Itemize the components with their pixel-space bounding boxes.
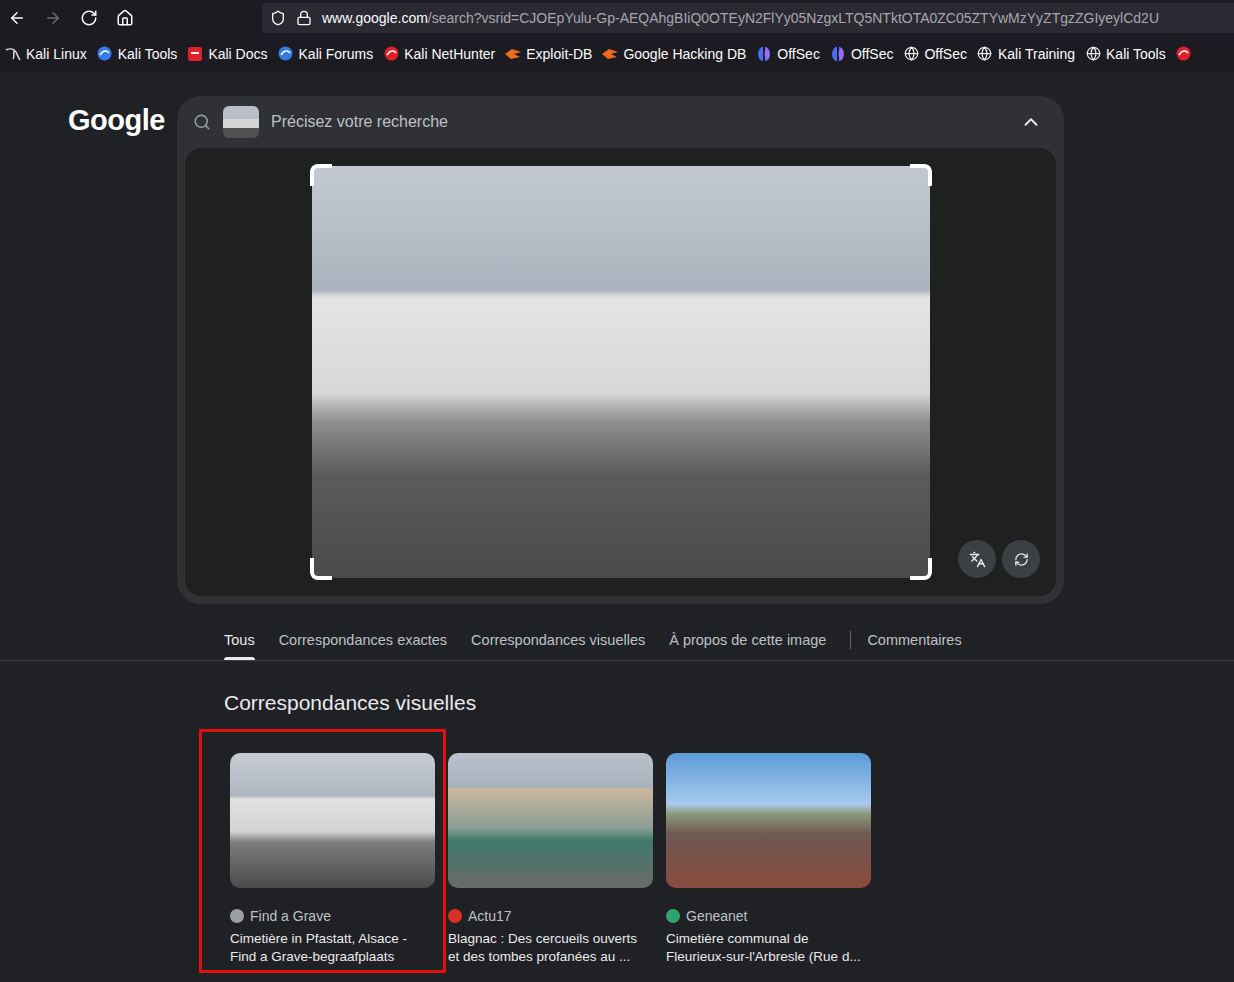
query-photo [312,166,930,578]
bookmark[interactable]: Kali Docs [187,46,267,62]
result-thumbnail[interactable] [230,753,435,888]
url-text[interactable]: www.google.com/search?vsrid=CJOEpYulu-Gp… [322,10,1159,26]
result-title[interactable]: Cimetière in Pfastatt, Alsace -Find a Gr… [230,930,435,966]
kali-docs-icon [187,46,203,62]
bookmarks-bar: Kali Linux Kali Tools Kali Docs Kali Forums… [0,36,1234,71]
reload-icon [80,9,98,27]
bookmark[interactable]: Kali Tools [97,46,178,62]
reload-button[interactable] [73,2,105,34]
title-line: et des tombes profanées au ... [448,948,653,966]
result-thumbnail[interactable] [448,753,653,888]
result-card[interactable]: Geneanet Cimetière communal deFleurieux-s… [666,753,871,966]
highlight-box [199,729,446,973]
forward-button[interactable] [37,2,69,34]
section-title: Correspondances visuelles [224,691,1234,715]
back-button[interactable] [1,2,33,34]
bookmark[interactable]: Kali Linux [5,46,87,62]
kali-dragon-icon [5,46,21,62]
bookmark[interactable]: OffSec [830,46,894,62]
search-header[interactable]: Précisez votre recherche [177,96,1064,148]
crop-corner[interactable] [310,164,332,186]
title-line: Find a Grave-begraafplaats [230,948,435,966]
result-card[interactable]: Actu17 Blagnac : Des cercueils ouvertset … [448,753,653,966]
lens-search-panel: Précisez votre recherche [177,96,1064,604]
swap-button[interactable] [1002,540,1040,578]
result-thumbnail[interactable] [666,753,871,888]
search-icon [193,113,211,131]
bookmark[interactable]: OffSec [756,46,820,62]
page-content: GooglePrécisez votre rechercheTousCorres… [0,71,1234,982]
bookmark[interactable]: Kali Tools [1085,46,1166,62]
offsec-icon [756,46,772,62]
navigation-toolbar: www.google.com/search?vsrid=CJOEpYulu-Gp… [0,0,1234,36]
title-line: Cimetière communal de [666,930,871,948]
translate-icon [969,551,986,568]
bookmark[interactable]: Google Hacking DB [602,46,746,62]
search-placeholder[interactable]: Précisez votre recherche [271,113,1008,131]
title-line: Blagnac : Des cercueils ouverts [448,930,653,948]
site-icon [1176,46,1192,62]
result-cards: Find a Grave Cimetière in Pfastatt, Alsac… [230,753,1234,966]
result-source: Find a Grave [230,908,435,924]
home-icon [116,9,134,27]
result-source: Actu17 [448,908,653,924]
chevron-up-icon [1020,111,1042,133]
forward-icon [44,9,62,27]
lock-icon[interactable] [296,10,312,26]
bookmark[interactable]: OffSec [903,46,967,62]
query-thumbnail [223,106,259,138]
swap-icon [1014,552,1029,567]
result-source: Geneanet [666,908,871,924]
tab[interactable]: Correspondances visuelles [471,620,645,660]
source-icon [230,909,244,923]
result-title[interactable]: Blagnac : Des cercueils ouvertset des to… [448,930,653,966]
shield-icon[interactable] [270,10,286,26]
tab[interactable]: Correspondances exactes [279,620,447,660]
bookmark[interactable]: Exploit-DB [505,46,592,62]
stage-actions [958,540,1056,596]
title-line: Cimetière in Pfastatt, Alsace - [230,930,435,948]
address-bar[interactable]: www.google.com/search?vsrid=CJOEpYulu-Gp… [262,3,1234,33]
crop-corner[interactable] [910,164,932,186]
result-card[interactable]: Find a Grave Cimetière in Pfastatt, Alsac… [230,753,435,966]
image-stage [185,148,1056,596]
globe-icon [1085,46,1101,62]
crop-corner[interactable] [310,558,332,580]
back-icon [8,9,26,27]
search-row: Google Précisez votre recherche [0,71,1234,604]
home-button[interactable] [109,2,141,34]
globe-icon [977,46,993,62]
exploit-db-icon [505,46,521,62]
source-icon [666,909,680,923]
tab-divider [850,631,851,649]
globe-icon [903,46,919,62]
google-logo[interactable]: Google [0,96,177,137]
exploit-db-icon [602,46,618,62]
tab[interactable]: Tous [224,620,255,660]
site-icon [383,46,399,62]
translate-button[interactable] [958,540,996,578]
browser-window: www.google.com/search?vsrid=CJOEpYulu-Gp… [0,0,1234,982]
tab[interactable]: À propos de cette image [669,620,826,660]
visual-matches: Correspondances visuelles Find a Grave Cim… [0,661,1234,966]
bookmark[interactable]: Kali Training [977,46,1075,62]
result-tabs: Tous Correspondances exactes Correspondanc… [0,620,1234,661]
bookmark[interactable]: Kali NetHunter [383,46,495,62]
collapse-button[interactable] [1020,111,1042,133]
result-title[interactable]: Cimetière communal deFleurieux-sur-l'Arb… [666,930,871,966]
title-line: Fleurieux-sur-l'Arbresle (Rue d... [666,948,871,966]
site-icon [278,46,294,62]
offsec-icon [830,46,846,62]
source-icon [448,909,462,923]
site-icon [97,46,113,62]
crop-corner[interactable] [910,558,932,580]
url-host: www.google.com [322,10,428,26]
crop-frame[interactable] [310,164,932,580]
bookmark[interactable]: Kali Forums [278,46,374,62]
bookmark[interactable] [1176,46,1192,62]
tab[interactable]: Commentaires [867,620,961,660]
